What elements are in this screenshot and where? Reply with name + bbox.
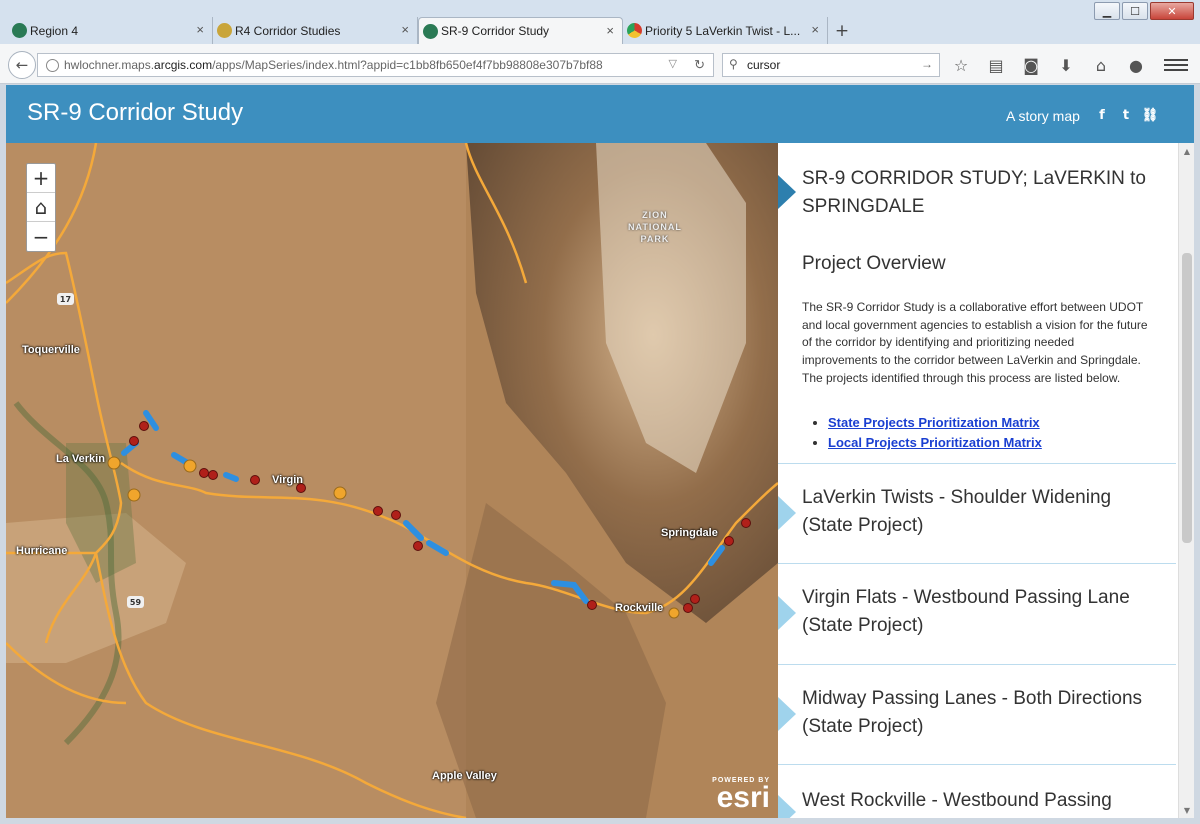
close-tab-icon[interactable]: ×	[401, 22, 409, 37]
entry-title: Midway Passing Lanes - Both Directions (…	[802, 688, 1143, 737]
search-input[interactable]: ⚲ cursor →	[722, 53, 940, 77]
zoom-out-button[interactable]: −	[27, 222, 55, 251]
place-label: Toquerville	[22, 344, 80, 356]
esri-logo: POWERED BY esri	[712, 777, 770, 814]
scroll-up-icon[interactable]: ▲	[1179, 143, 1194, 159]
navigation-bar: ← hwlochner.maps. arcgis.com/apps/MapSeri…	[0, 44, 1200, 84]
globe-icon	[423, 24, 438, 39]
close-tab-icon[interactable]: ×	[811, 22, 819, 37]
tab-strip: Region 4 × R4 Corridor Studies × SR-9 Co…	[8, 17, 856, 44]
entry-title: SR-9 CORRIDOR STUDY; LaVERKIN to SPRINGD…	[802, 168, 1147, 217]
park-label-line: NATIONAL	[628, 222, 682, 232]
park-label: ZION NATIONAL PARK	[628, 209, 682, 245]
maximize-icon[interactable]: ☐	[1122, 2, 1148, 20]
overview-text: The SR-9 Corridor Study is a collaborati…	[802, 300, 1148, 385]
chat-icon[interactable]: ●	[1123, 52, 1149, 78]
place-label: Virgin	[272, 474, 303, 486]
list-item: State Projects Prioritization Matrix	[828, 413, 1042, 433]
chrome-icon	[627, 23, 642, 38]
bookmark-star-icon[interactable]: ☆	[948, 52, 974, 78]
zoom-control: + ⌂ −	[26, 163, 56, 252]
facebook-icon[interactable]: f	[1094, 107, 1110, 123]
list-item: Local Projects Prioritization Matrix	[828, 433, 1042, 453]
overview-heading: Project Overview	[802, 253, 946, 274]
active-entry-marker	[778, 175, 796, 209]
minimize-icon[interactable]: ▁	[1094, 2, 1120, 20]
url-dropdown-icon[interactable]: ▽	[669, 57, 677, 70]
browser-titlebar: ▁ ☐ ✕ Region 4 × R4 Corridor Studies × S…	[0, 0, 1200, 44]
esri-wordmark: esri	[716, 781, 770, 814]
entry-midway-passing-lanes[interactable]: Midway Passing Lanes - Both Directions (…	[778, 665, 1176, 765]
tab-label: Region 4	[30, 23, 79, 38]
tab-label: Priority 5 LaVerkin Twist - L...	[645, 23, 801, 38]
menu-icon[interactable]	[1164, 53, 1188, 77]
tab-priority-5[interactable]: Priority 5 LaVerkin Twist - L... ×	[623, 17, 828, 44]
entry-laverkin-twists[interactable]: LaVerkin Twists - Shoulder Widening (Sta…	[778, 464, 1176, 564]
reading-list-icon[interactable]: ▤	[983, 52, 1009, 78]
story-side-panel: SR-9 CORRIDOR STUDY; LaVERKIN to SPRINGD…	[778, 143, 1194, 818]
route-shield-17: 17	[57, 293, 74, 305]
place-label: Hurricane	[16, 545, 68, 557]
url-prefix: hwlochner.maps.	[64, 58, 155, 72]
map-view[interactable]: + ⌂ − ZION NATIONAL PARK 17 59 Toquervil…	[6, 143, 778, 818]
search-icon: ⚲	[729, 57, 738, 71]
back-arrow-icon[interactable]: ←	[8, 51, 36, 79]
tab-sr9-corridor-study[interactable]: SR-9 Corridor Study ×	[418, 17, 623, 44]
route-shield-59: 59	[127, 596, 144, 608]
place-label: Apple Valley	[432, 770, 497, 782]
link-icon[interactable]: ⛓	[1142, 107, 1159, 123]
home-icon[interactable]: ⌂	[1088, 52, 1114, 78]
tab-region-4[interactable]: Region 4 ×	[8, 17, 213, 44]
globe-icon	[46, 59, 59, 72]
place-label: Rockville	[615, 602, 664, 614]
search-value: cursor	[747, 58, 781, 72]
entry-title: LaVerkin Twists - Shoulder Widening (Sta…	[802, 487, 1112, 536]
zoom-in-button[interactable]: +	[27, 164, 55, 193]
twitter-icon[interactable]: t	[1118, 107, 1134, 123]
pocket-icon[interactable]: ◙	[1018, 52, 1044, 78]
url-host: arcgis.com	[154, 58, 213, 72]
close-tab-icon[interactable]: ×	[196, 22, 204, 37]
home-extent-icon[interactable]: ⌂	[27, 193, 55, 222]
state-matrix-link[interactable]: State Projects Prioritization Matrix	[828, 415, 1040, 430]
entry-title: West Rockville - Westbound Passing	[802, 790, 1112, 811]
entry-virgin-flats[interactable]: Virgin Flats - Westbound Passing Lane (S…	[778, 564, 1176, 665]
tab-label: R4 Corridor Studies	[235, 23, 341, 38]
entry-marker	[778, 795, 796, 818]
links-list: State Projects Prioritization Matrix Loc…	[828, 413, 1042, 453]
entry-marker	[778, 496, 796, 530]
window-controls: ▁ ☐ ✕	[1094, 2, 1194, 20]
tab-label: SR-9 Corridor Study	[441, 24, 550, 38]
story-map-label: A story map	[1006, 108, 1080, 124]
place-label: Springdale	[661, 527, 718, 539]
park-label-line: PARK	[640, 234, 670, 244]
entry-marker	[778, 697, 796, 731]
scroll-thumb[interactable]	[1182, 253, 1192, 543]
entry-west-rockville[interactable]: West Rockville - Westbound Passing	[778, 765, 1176, 818]
panel-scrollbar[interactable]: ▲ ▼	[1178, 143, 1194, 818]
local-matrix-link[interactable]: Local Projects Prioritization Matrix	[828, 435, 1042, 450]
entry-marker	[778, 596, 796, 630]
place-label: La Verkin	[56, 453, 105, 465]
scroll-down-icon[interactable]: ▼	[1179, 802, 1194, 818]
reload-icon[interactable]: ↻	[694, 57, 705, 73]
park-label-line: ZION	[642, 210, 668, 220]
close-tab-icon[interactable]: ×	[606, 23, 614, 38]
globe-icon	[12, 23, 27, 38]
map-pin-icon	[217, 23, 232, 38]
tab-r4-corridor-studies[interactable]: R4 Corridor Studies ×	[213, 17, 418, 44]
search-go-icon[interactable]: →	[921, 57, 933, 71]
app-header: SR-9 Corridor Study A story map f t ⛓	[6, 85, 1194, 143]
url-path: /apps/MapSeries/index.html?appid=c1bb8fb…	[212, 58, 603, 72]
close-window-icon[interactable]: ✕	[1150, 2, 1194, 20]
browser-toolbar: ☆ ▤ ◙ ⬇ ⌂ ●	[948, 52, 1149, 78]
download-icon[interactable]: ⬇	[1053, 52, 1079, 78]
new-tab-button[interactable]: +	[828, 17, 856, 44]
page-title: SR-9 Corridor Study	[27, 99, 244, 126]
entry-intro[interactable]: SR-9 CORRIDOR STUDY; LaVERKIN to SPRINGD…	[778, 143, 1176, 464]
entry-title: Virgin Flats - Westbound Passing Lane (S…	[802, 587, 1130, 636]
address-bar[interactable]: hwlochner.maps. arcgis.com/apps/MapSeries…	[37, 53, 714, 77]
